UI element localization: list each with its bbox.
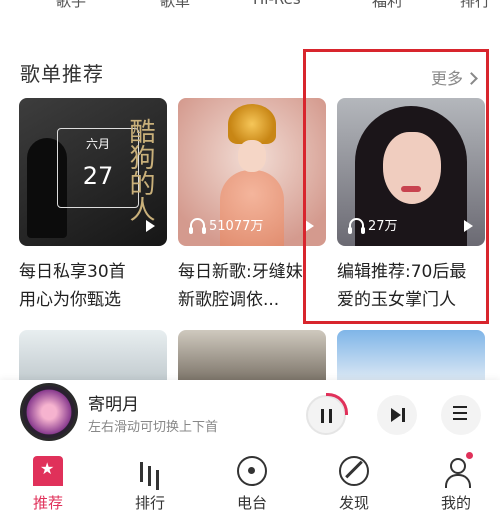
category-singer[interactable]: 歌手 (56, 0, 86, 11)
play-icon[interactable] (146, 220, 155, 232)
album-art[interactable] (20, 383, 78, 441)
playlist-title-1[interactable]: 每日私享30首 用心为你甄选 (19, 258, 169, 314)
play-count-value: 51077万 (209, 219, 264, 234)
category-playlist[interactable]: 歌单 (160, 0, 190, 11)
me-icon (441, 452, 473, 488)
rank-icon (135, 456, 165, 486)
playlist-cover-5[interactable] (178, 330, 326, 380)
section-title: 歌单推荐 (20, 62, 104, 86)
tab-recommend[interactable]: 推荐 (8, 456, 88, 510)
headphones-icon (189, 218, 206, 234)
playlist-cover-4[interactable] (19, 330, 167, 380)
category-hires[interactable]: Hi-Res (253, 0, 301, 8)
tab-discover[interactable]: 发现 (314, 456, 394, 510)
song-title: 寄明月 (88, 395, 139, 415)
category-rank[interactable]: 排行 (460, 0, 490, 11)
radio-icon (237, 456, 267, 486)
notification-dot (466, 452, 473, 459)
pause-button[interactable] (306, 393, 348, 435)
recommend-icon (33, 456, 63, 486)
mini-player[interactable]: 寄明月 左右滑动可切换上下首 (0, 380, 500, 444)
next-button[interactable] (377, 395, 417, 435)
playlist-cover-6[interactable] (337, 330, 485, 380)
calligraphy-logo: 酷狗的人 (125, 118, 155, 222)
tab-me[interactable]: 我的 (416, 452, 496, 510)
discover-icon (339, 456, 369, 486)
swipe-hint: 左右滑动可切换上下首 (88, 420, 219, 435)
tab-rank[interactable]: 排行 (110, 456, 190, 510)
category-welfare[interactable]: 福利 (372, 0, 402, 11)
progress-ring (326, 393, 348, 415)
playlist-cover-1[interactable]: 六月 27 酷狗的人 (19, 98, 167, 246)
playlist-queue-button[interactable] (441, 395, 481, 435)
highlight-box (303, 49, 489, 324)
play-count: 51077万 (189, 215, 264, 234)
bottom-tab-bar: 推荐 排行 电台 发现 我的 (0, 444, 500, 510)
tab-radio[interactable]: 电台 (212, 456, 292, 510)
top-category-bar: 歌手 歌单 Hi-Res 福利 排行 (0, 0, 500, 12)
